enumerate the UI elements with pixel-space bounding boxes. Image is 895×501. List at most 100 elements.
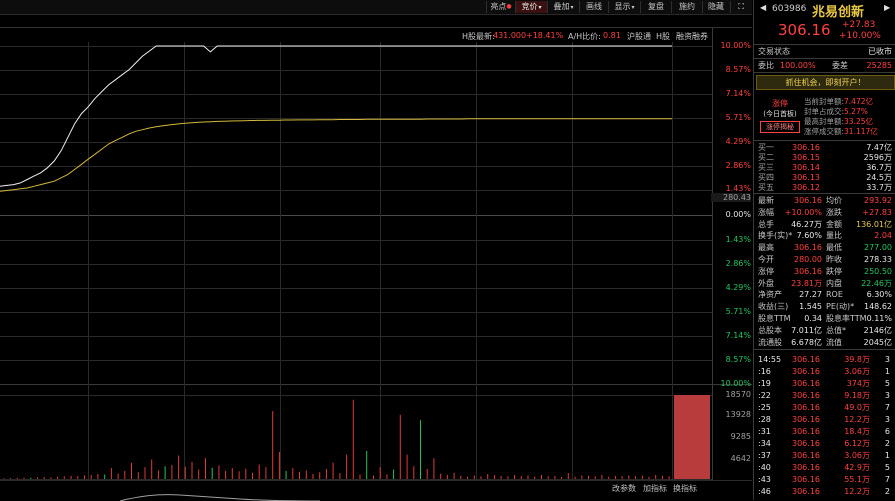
toolbar-replay-button[interactable]: 复盘 xyxy=(640,1,671,13)
h-share-tag[interactable]: H股 xyxy=(656,31,670,42)
tick-volume: 55.1万 xyxy=(844,475,870,484)
limit-stat-value: 31.117亿 xyxy=(844,127,878,136)
stat-label: 涨跌 xyxy=(826,207,842,217)
stat-label: 均价 xyxy=(826,196,842,205)
volume-bar xyxy=(238,471,240,479)
toolbar-contract-button[interactable]: 施约 xyxy=(671,1,702,13)
tick-count: 1 xyxy=(884,451,890,460)
stat-label: 今开 xyxy=(758,255,774,264)
price-line-chart xyxy=(0,45,672,192)
toolbar-overlay-button[interactable]: 叠加▾ xyxy=(547,1,579,13)
axis-label-pct: 8.57% xyxy=(725,65,751,74)
stat-value: 7.011亿 xyxy=(791,325,822,335)
stat-label: 净资产 xyxy=(758,290,782,300)
toolbar-draw-button[interactable]: 画线 xyxy=(579,1,608,13)
toolbar-label: 隐藏 xyxy=(708,2,724,11)
volume-bar xyxy=(379,467,381,479)
volume-bar xyxy=(3,478,5,479)
stat-row: 流通股 6.678亿 流值 2045亿 xyxy=(758,337,892,348)
limit-stat-label: 封单占成交: xyxy=(804,107,845,116)
nav-next-icon[interactable]: ▶ xyxy=(884,3,890,12)
trade-status-row: 交易状态 已收市 xyxy=(758,46,892,57)
stat-value: 0.34 xyxy=(804,314,822,323)
stat-label: 金额 xyxy=(826,219,842,229)
volume-bar xyxy=(77,476,79,479)
nav-prev-icon[interactable]: ◀ xyxy=(760,3,766,12)
volume-bar xyxy=(446,474,448,479)
volume-bar xyxy=(534,476,536,479)
volume-bar xyxy=(581,475,583,479)
tick-time: :46 xyxy=(758,487,771,496)
stock-name: 兆易创新 xyxy=(812,5,865,20)
expand-icon[interactable]: ⛶ xyxy=(730,1,751,13)
grid-line xyxy=(0,240,712,241)
volume-bar xyxy=(433,458,435,479)
tick-time: 14:55 xyxy=(758,355,782,364)
volume-bar xyxy=(245,468,247,479)
volume-bar xyxy=(648,476,650,479)
tick-price: 306.16 xyxy=(792,487,820,496)
stat-label: 外盘 xyxy=(758,278,774,288)
tick-count: 5 xyxy=(884,463,890,472)
margin-trading-tag[interactable]: 融资融券 xyxy=(676,31,708,42)
toolbar-display-button[interactable]: 显示▾ xyxy=(608,1,640,13)
volume-bar xyxy=(319,472,321,479)
tick-count: 6 xyxy=(884,427,890,436)
chart-toolbar: 亮点● 竞价▾ 叠加▾ 画线 显示▾ 复盘 施约 隐藏 ⛶ xyxy=(0,0,752,15)
limit-up-reveal-button[interactable]: 涨停揭秘 xyxy=(760,121,800,133)
toolbar-hide-button[interactable]: 隐藏 xyxy=(702,1,729,13)
tick-volume: 6.12万 xyxy=(844,439,870,448)
panel-divider xyxy=(754,140,895,141)
open-account-banner[interactable]: 抓住机会，即刻开户！ xyxy=(756,75,895,90)
volume-bar xyxy=(346,454,348,479)
toolbar-auction-button[interactable]: 竞价▾ xyxy=(515,1,547,13)
stat-value: 23.81万 xyxy=(791,278,822,288)
chart-divider xyxy=(0,384,752,385)
toolbar-highlights-button[interactable]: 亮点● xyxy=(486,1,515,13)
panel-divider xyxy=(754,72,895,73)
volume-bar xyxy=(426,469,428,479)
add-indicator-tab[interactable]: 加指标 xyxy=(643,483,667,494)
price-change: +27.83 xyxy=(842,20,876,30)
stat-label: 最低 xyxy=(826,243,842,253)
volume-bar xyxy=(467,476,468,479)
volume-bar xyxy=(373,475,374,479)
tick-volume: 49.0万 xyxy=(844,403,870,412)
volume-bar xyxy=(23,477,25,479)
stat-row: 今开 280.00 昨收 278.33 xyxy=(758,254,892,265)
volume-bar xyxy=(258,464,260,479)
volume-bar xyxy=(157,470,159,479)
stat-label: 股息TTM xyxy=(758,314,791,323)
tick-count: 2 xyxy=(884,439,890,448)
switch-indicator-tab[interactable]: 换指标 xyxy=(673,483,697,494)
volume-bar xyxy=(440,473,442,479)
volume-bar xyxy=(527,475,529,479)
tick-volume: 374万 xyxy=(846,379,870,388)
volume-bar xyxy=(198,469,200,479)
stat-value: 277.00 xyxy=(864,243,892,253)
h-share-latest-change: +18.41% xyxy=(526,31,564,40)
stat-row: 总股本 7.011亿 总值* 2146亿 xyxy=(758,325,892,336)
tick-volume: 12.2万 xyxy=(844,415,870,424)
trade-status-value: 已收市 xyxy=(868,47,892,56)
tick-price: 306.16 xyxy=(792,439,820,448)
h-share-latest-label: H股最新: xyxy=(462,32,495,41)
axis-label-zero: 0.00% xyxy=(725,210,751,219)
axis-label-pct: 10.00% xyxy=(720,41,751,50)
change-params-tab[interactable]: 改参数 xyxy=(612,483,636,494)
tick-price: 306.16 xyxy=(792,427,820,436)
order-diff-value: 25285 xyxy=(866,61,892,70)
tick-price: 306.16 xyxy=(792,367,820,376)
tick-time: :43 xyxy=(758,475,771,484)
tick-volume: 3.06万 xyxy=(844,451,870,460)
stat-row: 换手(实)* 7.60% 量比 2.04 xyxy=(758,230,892,241)
hk-connect-tag[interactable]: 沪股通 xyxy=(627,31,651,42)
stat-value: 280.00 xyxy=(794,255,822,264)
stat-label: 流通股 xyxy=(758,337,782,347)
volume-bar xyxy=(205,458,206,479)
order-ratio-row: 委比 100.00% 委差 25285 xyxy=(758,60,892,71)
bid-row[interactable]: 买五 306.12 33.7万 xyxy=(758,182,892,193)
limit-stat-value: 33.25亿 xyxy=(844,117,874,126)
bid-level-label: 买五 xyxy=(758,183,774,192)
stat-value: +27.83 xyxy=(862,207,892,217)
